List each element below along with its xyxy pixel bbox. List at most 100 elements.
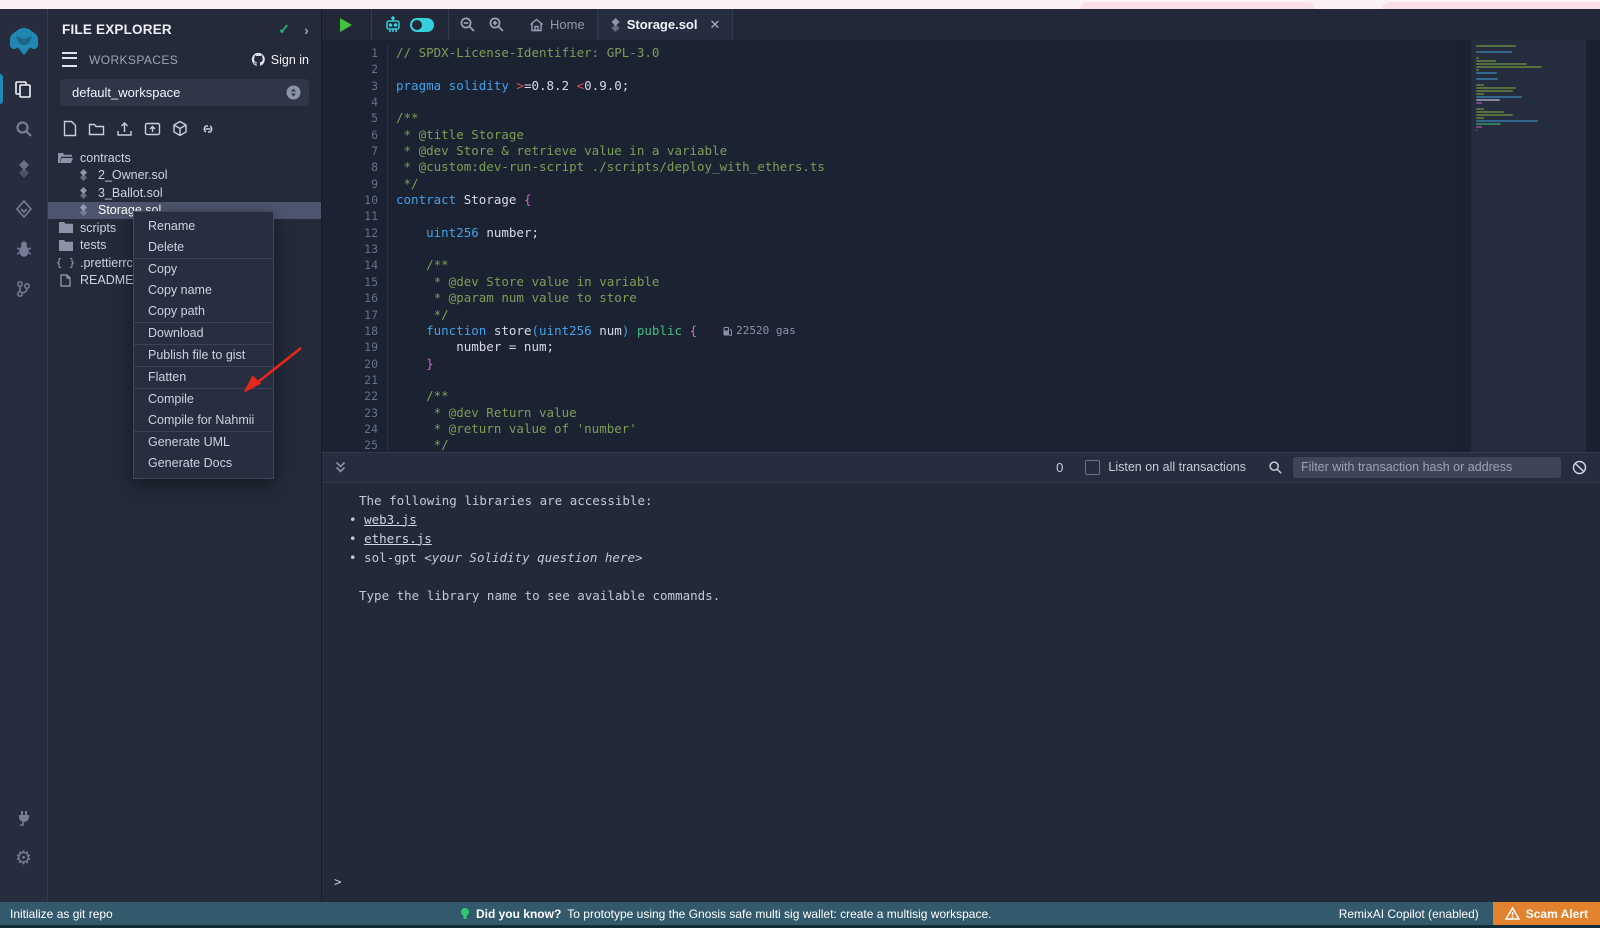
- minimap-line: [1476, 45, 1516, 47]
- rail-settings-icon[interactable]: ⚙: [0, 838, 47, 878]
- library-link-ethers-js[interactable]: ethers.js: [364, 531, 432, 546]
- editor-toolbar: Home Storage.sol ✕: [322, 9, 1600, 40]
- rail-search-icon[interactable]: [0, 109, 47, 149]
- line-content: */: [387, 176, 419, 192]
- tree-item-contracts[interactable]: contracts: [48, 149, 321, 167]
- line-number: 21: [322, 372, 387, 388]
- tree-item-3-ballot-sol[interactable]: 3_Ballot.sol: [48, 184, 321, 202]
- code-line-11: 11: [322, 208, 1449, 224]
- upload-file-icon[interactable]: [116, 121, 133, 137]
- editor-scrollbar[interactable]: [1586, 40, 1600, 452]
- workspace-select[interactable]: default_workspace: [60, 79, 309, 106]
- remix-logo-icon[interactable]: [0, 13, 47, 69]
- sign-in-label: Sign in: [271, 53, 309, 67]
- transaction-filter-input[interactable]: [1293, 457, 1561, 478]
- menu-item-generate-docs[interactable]: Generate Docs: [134, 453, 273, 474]
- terminal-output[interactable]: The following libraries are accessible:•…: [322, 483, 1600, 903]
- menu-item-delete[interactable]: Delete: [134, 237, 273, 258]
- rail-solidity-compiler-icon[interactable]: [0, 149, 47, 189]
- code-line-21: 21: [322, 372, 1449, 388]
- terminal-lines: The following libraries are accessible:•…: [322, 491, 1600, 605]
- tab-home[interactable]: Home: [517, 9, 597, 40]
- scam-alert-button[interactable]: Scam Alert: [1493, 902, 1600, 925]
- rail-deploy-run-icon[interactable]: [0, 189, 47, 229]
- tip-text: To prototype using the Gnosis safe multi…: [567, 907, 991, 921]
- menu-item-copy-path[interactable]: Copy path: [134, 301, 273, 322]
- code-area[interactable]: 1// SPDX-License-Identifier: GPL-3.023pr…: [322, 40, 1449, 452]
- zoom-in-icon[interactable]: [488, 16, 505, 33]
- solidity-file-icon: [610, 18, 621, 32]
- line-content: [387, 241, 396, 257]
- clear-terminal-icon[interactable]: [1572, 460, 1587, 475]
- copilot-toggle[interactable]: [410, 18, 434, 32]
- init-git-repo-button[interactable]: Initialize as git repo: [0, 907, 113, 921]
- minimap-line: [1476, 69, 1479, 71]
- code-line-5: 5/**: [322, 110, 1449, 126]
- new-folder-icon[interactable]: [88, 121, 105, 136]
- link-icon[interactable]: [199, 122, 217, 136]
- line-content: * @return value of 'number': [387, 421, 637, 437]
- library-link-web3-js[interactable]: web3.js: [364, 512, 417, 527]
- rail-file-explorer-icon[interactable]: [0, 69, 47, 109]
- menu-item-rename[interactable]: Rename: [134, 216, 273, 237]
- load-cube-icon[interactable]: [172, 120, 188, 137]
- ai-copilot-robot-icon[interactable]: [384, 16, 402, 34]
- rail-debugger-icon[interactable]: [0, 229, 47, 269]
- minimap-line: [1476, 93, 1484, 95]
- listen-all-transactions-checkbox[interactable]: [1085, 460, 1100, 475]
- minimap-line: [1476, 87, 1516, 89]
- line-content: [387, 94, 396, 110]
- hamburger-menu-icon[interactable]: [62, 52, 77, 67]
- code-line-2: 2: [322, 61, 1449, 77]
- copilot-status-label: RemixAI Copilot (enabled): [1339, 907, 1479, 921]
- close-tab-icon[interactable]: ✕: [709, 17, 720, 33]
- line-content: /**: [387, 110, 419, 126]
- line-number: 5: [322, 110, 387, 126]
- minimap-line: [1476, 123, 1501, 125]
- minimap[interactable]: [1471, 40, 1586, 452]
- terminal-search-icon[interactable]: [1268, 460, 1283, 475]
- line-number: 2: [322, 61, 387, 77]
- line-number: 13: [322, 241, 387, 257]
- folder-icon: [58, 240, 73, 251]
- upload-folder-icon[interactable]: [144, 121, 161, 136]
- line-content: /**: [387, 257, 449, 273]
- line-content: * @param num value to store: [387, 290, 637, 306]
- line-content: [387, 208, 396, 224]
- line-number: 14: [322, 257, 387, 273]
- line-number: 22: [322, 388, 387, 404]
- run-script-button[interactable]: [338, 17, 353, 33]
- rail-git-icon[interactable]: [0, 269, 47, 309]
- line-number: 19: [322, 339, 387, 355]
- menu-item-compile-for-nahmii[interactable]: Compile for Nahmii: [134, 410, 273, 431]
- line-number: 23: [322, 405, 387, 421]
- zoom-out-icon[interactable]: [459, 16, 476, 33]
- line-content: /**: [387, 388, 449, 404]
- code-editor[interactable]: 1// SPDX-License-Identifier: GPL-3.023pr…: [322, 40, 1600, 452]
- code-line-13: 13: [322, 241, 1449, 257]
- tab-storage-sol[interactable]: Storage.sol ✕: [598, 9, 733, 40]
- new-file-icon[interactable]: [63, 120, 77, 137]
- menu-item-download[interactable]: Download: [134, 323, 273, 344]
- line-content: * @title Storage: [387, 127, 524, 143]
- tree-item-label: 2_Owner.sol: [98, 168, 167, 182]
- chevron-right-icon[interactable]: ›: [304, 22, 309, 38]
- folder-icon: [58, 222, 73, 233]
- line-content: */: [387, 307, 449, 323]
- sign-in-button[interactable]: Sign in: [251, 52, 309, 67]
- line-number: 3: [322, 78, 387, 94]
- code-line-1: 1// SPDX-License-Identifier: GPL-3.0: [322, 45, 1449, 61]
- terminal-text-line: The following libraries are accessible:: [322, 491, 1600, 510]
- terminal-prompt[interactable]: >: [322, 874, 1600, 902]
- code-line-24: 24 * @return value of 'number': [322, 421, 1449, 437]
- menu-item-copy-name[interactable]: Copy name: [134, 280, 273, 301]
- menu-item-copy[interactable]: Copy: [134, 259, 273, 280]
- code-line-15: 15 * @dev Store value in variable: [322, 274, 1449, 290]
- expand-terminal-icon[interactable]: [334, 460, 347, 474]
- tree-item-2-owner-sol[interactable]: 2_Owner.sol: [48, 167, 321, 185]
- code-line-6: 6 * @title Storage: [322, 127, 1449, 143]
- line-content: [387, 61, 396, 77]
- menu-item-generate-uml[interactable]: Generate UML: [134, 432, 273, 453]
- code-line-25: 25 */: [322, 437, 1449, 451]
- rail-plugin-manager-icon[interactable]: [0, 798, 47, 838]
